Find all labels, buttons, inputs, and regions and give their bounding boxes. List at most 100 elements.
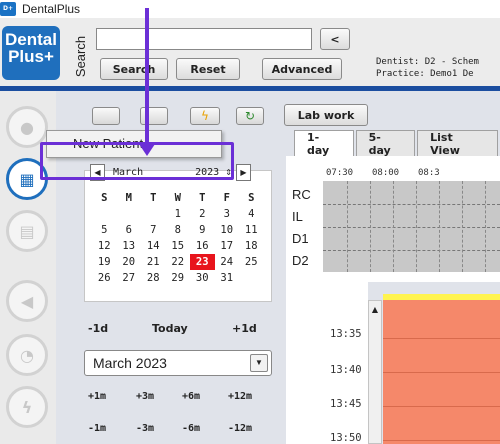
chevron-down-icon[interactable]: ▼ xyxy=(250,354,268,372)
next-month-icon[interactable]: ▶ xyxy=(235,163,251,181)
calendar-day[interactable]: 4 xyxy=(239,206,264,222)
calendar-day[interactable]: 10 xyxy=(215,222,240,238)
calendar-day[interactable]: 9 xyxy=(190,222,215,238)
calendar-day[interactable]: 1 xyxy=(166,206,191,222)
calendar-week: 5 6 7 8 9 10 11 xyxy=(92,222,264,238)
calendar-day[interactable]: 7 xyxy=(141,222,166,238)
reset-button[interactable]: Reset xyxy=(176,58,240,80)
search-label: Search xyxy=(73,35,89,77)
flash-icon[interactable]: ϟ xyxy=(190,107,220,125)
calendar-week: 1 2 3 4 xyxy=(92,206,264,222)
next-day-button[interactable]: +1d xyxy=(232,322,257,335)
month-select[interactable]: March 2023 ▼ xyxy=(84,350,272,376)
annotation-arrow xyxy=(145,8,149,148)
calendar-day[interactable]: 19 xyxy=(92,254,117,270)
calendar-day[interactable]: 2 xyxy=(190,206,215,222)
refresh-icon[interactable]: ↻ xyxy=(236,107,264,125)
slot-divider xyxy=(383,372,500,373)
time-slot-label: 13:45 xyxy=(330,398,362,410)
calendar-week: 19 20 21 22 23 24 25 xyxy=(92,254,264,270)
calendar-day[interactable]: 17 xyxy=(215,238,240,254)
grid-line xyxy=(393,181,394,272)
today-button[interactable]: Today xyxy=(152,322,188,335)
nav-megaphone-icon[interactable]: ◀ xyxy=(6,280,48,322)
calendar-day[interactable]: 24 xyxy=(215,254,240,270)
calendar-day[interactable] xyxy=(239,270,264,286)
scroll-up-icon[interactable]: ▲ xyxy=(369,305,381,314)
calendar-day[interactable]: 29 xyxy=(166,270,191,286)
jump-minus-3m[interactable]: -3m xyxy=(136,423,154,434)
advanced-button[interactable]: Advanced xyxy=(262,58,342,80)
header-time: 08:3 xyxy=(418,168,440,178)
collapse-button[interactable]: < xyxy=(320,28,350,50)
row-label: RC xyxy=(292,187,311,202)
window-title: DentalPlus xyxy=(22,2,81,16)
calendar-day[interactable]: 13 xyxy=(117,238,142,254)
jump-minus-12m[interactable]: -12m xyxy=(228,423,252,434)
book-icon[interactable] xyxy=(92,107,120,125)
jump-plus-1m[interactable]: +1m xyxy=(88,391,106,402)
calendar-day[interactable]: 5 xyxy=(92,222,117,238)
calendar-grid: S M T W T F S 1 2 3 4 5 6 7 8 9 10 11 12… xyxy=(92,190,264,286)
jump-plus-3m[interactable]: +3m xyxy=(136,391,154,402)
prev-day-button[interactable]: -1d xyxy=(88,322,108,335)
calendar-week: 26 27 28 29 30 31 xyxy=(92,270,264,286)
calendar-day[interactable]: 3 xyxy=(215,206,240,222)
nav-cabinet-icon[interactable]: ▤ xyxy=(6,210,48,252)
practice-info: Dentist: D2 - Schem Practice: Demo1 De xyxy=(376,56,479,80)
calendar-day[interactable]: 28 xyxy=(141,270,166,286)
grid-line xyxy=(462,181,463,272)
grid-line xyxy=(347,181,348,272)
calendar-day-today[interactable]: 23 xyxy=(190,254,215,270)
calendar-day[interactable] xyxy=(117,206,142,222)
calendar-day[interactable]: 27 xyxy=(117,270,142,286)
grid-line xyxy=(323,204,500,205)
row-label: IL xyxy=(292,209,303,224)
calendar-day[interactable]: 15 xyxy=(166,238,191,254)
calendar-day[interactable]: 14 xyxy=(141,238,166,254)
grid-line xyxy=(439,181,440,272)
calendar-day[interactable]: 11 xyxy=(239,222,264,238)
calendar-day[interactable]: 6 xyxy=(117,222,142,238)
tab-5-day[interactable]: 5-day xyxy=(355,130,416,157)
calendar-week: 12 13 14 15 16 17 18 xyxy=(92,238,264,254)
tab-list-view[interactable]: List View xyxy=(417,130,499,157)
jump-plus-6m[interactable]: +6m xyxy=(182,391,200,402)
calendar-day[interactable]: 12 xyxy=(92,238,117,254)
calendar-day[interactable]: 21 xyxy=(141,254,166,270)
nav-lightning-icon[interactable]: ϟ xyxy=(6,386,48,428)
tab-1-day[interactable]: 1-day xyxy=(294,130,354,157)
jump-minus-1m[interactable]: -1m xyxy=(88,423,106,434)
calendar-day[interactable]: 26 xyxy=(92,270,117,286)
schedule-scrollbar[interactable]: ▲ xyxy=(368,300,382,444)
search-button[interactable]: Search xyxy=(100,58,168,80)
slot-divider xyxy=(383,440,500,441)
jump-minus-6m[interactable]: -6m xyxy=(182,423,200,434)
calendar-day[interactable]: 31 xyxy=(215,270,240,286)
row-label: D2 xyxy=(292,253,309,268)
calendar-day[interactable]: 8 xyxy=(166,222,191,238)
view-tabs: 1-day 5-day List View xyxy=(294,130,500,157)
calendar-day[interactable]: 16 xyxy=(190,238,215,254)
slot-divider xyxy=(383,406,500,407)
grid-line xyxy=(323,227,500,228)
calendar-day[interactable]: 25 xyxy=(239,254,264,270)
grid-line xyxy=(485,181,486,272)
calendar-day[interactable] xyxy=(141,206,166,222)
search-input[interactable] xyxy=(96,28,312,50)
calendar-day[interactable]: 30 xyxy=(190,270,215,286)
time-slot-label: 13:35 xyxy=(330,328,362,340)
lab-work-button[interactable]: Lab work xyxy=(284,104,368,126)
time-slot-label: 13:50 xyxy=(330,432,362,444)
dentist-info: Dentist: D2 - Schem xyxy=(376,57,479,67)
calendar-day[interactable]: 22 xyxy=(166,254,191,270)
calendar-day[interactable]: 18 xyxy=(239,238,264,254)
calendar-day[interactable] xyxy=(92,206,117,222)
nav-uda-icon[interactable]: ◔ xyxy=(6,334,48,376)
annotation-arrowhead-icon xyxy=(139,144,155,156)
app-icon: D+ xyxy=(0,2,16,16)
calendar-day[interactable]: 20 xyxy=(117,254,142,270)
header-time: 08:00 xyxy=(372,168,400,178)
time-column xyxy=(286,282,368,444)
jump-plus-12m[interactable]: +12m xyxy=(228,391,252,402)
